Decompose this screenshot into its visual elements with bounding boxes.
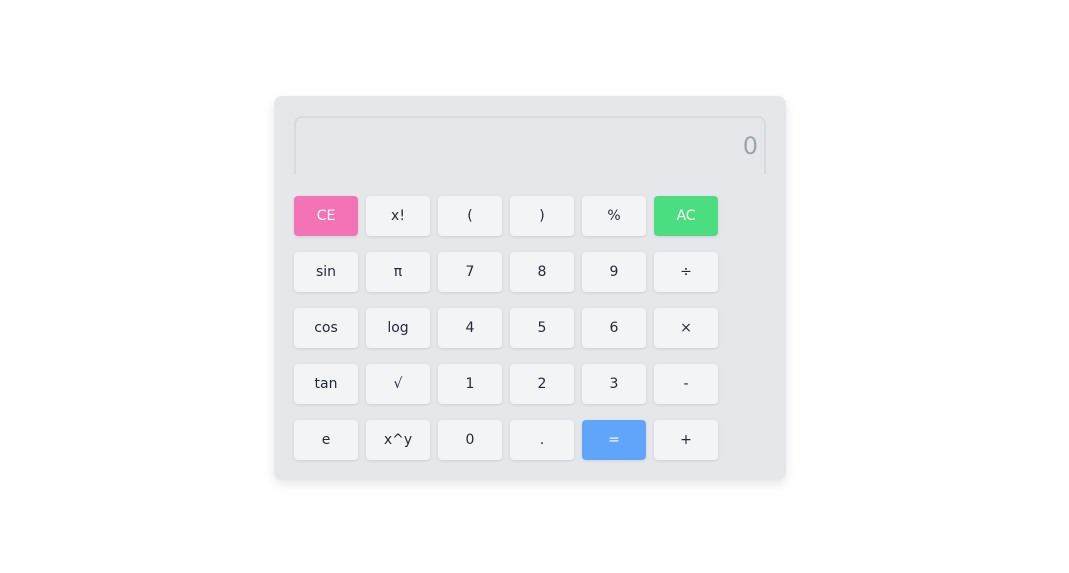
euler-button[interactable]: e — [294, 420, 358, 460]
digit-6-button[interactable]: 6 — [582, 308, 646, 348]
equals-button[interactable]: = — [582, 420, 646, 460]
digit-7-button[interactable]: 7 — [438, 252, 502, 292]
digit-9-button[interactable]: 9 — [582, 252, 646, 292]
divide-button[interactable]: ÷ — [654, 252, 718, 292]
display-value: 0 — [742, 132, 758, 160]
display: 0 — [294, 116, 766, 174]
sin-button[interactable]: sin — [294, 252, 358, 292]
digit-2-button[interactable]: 2 — [510, 364, 574, 404]
digit-8-button[interactable]: 8 — [510, 252, 574, 292]
decimal-button[interactable]: . — [510, 420, 574, 460]
digit-5-button[interactable]: 5 — [510, 308, 574, 348]
open-paren-button[interactable]: ( — [438, 196, 502, 236]
digit-4-button[interactable]: 4 — [438, 308, 502, 348]
digit-1-button[interactable]: 1 — [438, 364, 502, 404]
close-paren-button[interactable]: ) — [510, 196, 574, 236]
factorial-button[interactable]: x! — [366, 196, 430, 236]
cos-button[interactable]: cos — [294, 308, 358, 348]
pi-button[interactable]: π — [366, 252, 430, 292]
calculator: 0 CE x! ( ) % AC sin π 7 8 9 ÷ cos log 4… — [274, 96, 786, 480]
digit-0-button[interactable]: 0 — [438, 420, 502, 460]
multiply-button[interactable]: × — [654, 308, 718, 348]
digit-3-button[interactable]: 3 — [582, 364, 646, 404]
all-clear-button[interactable]: AC — [654, 196, 718, 236]
subtract-button[interactable]: - — [654, 364, 718, 404]
tan-button[interactable]: tan — [294, 364, 358, 404]
log-button[interactable]: log — [366, 308, 430, 348]
power-button[interactable]: x^y — [366, 420, 430, 460]
percent-button[interactable]: % — [582, 196, 646, 236]
keypad: CE x! ( ) % AC sin π 7 8 9 ÷ cos log 4 5… — [294, 196, 718, 460]
clear-entry-button[interactable]: CE — [294, 196, 358, 236]
add-button[interactable]: + — [654, 420, 718, 460]
sqrt-button[interactable]: √ — [366, 364, 430, 404]
